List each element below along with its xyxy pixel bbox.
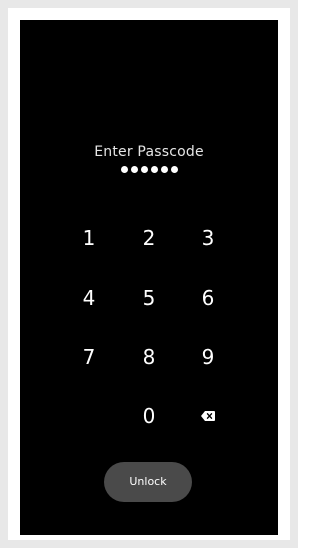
unlock-button[interactable]: Unlock [104, 462, 192, 502]
key-2[interactable]: 2 [127, 216, 171, 260]
passcode-dot [150, 166, 158, 173]
key-4[interactable]: 4 [67, 276, 111, 320]
backspace-button[interactable] [186, 394, 230, 438]
passcode-dot [120, 166, 128, 173]
key-6[interactable]: 6 [186, 276, 230, 320]
key-9[interactable]: 9 [186, 335, 230, 379]
key-1[interactable]: 1 [67, 216, 111, 260]
passcode-dot [140, 166, 148, 173]
key-7[interactable]: 7 [67, 335, 111, 379]
passcode-prompt: Enter Passcode [94, 144, 204, 160]
passcode-dot [170, 166, 178, 173]
passcode-dot [160, 166, 168, 173]
passcode-dot [130, 166, 138, 173]
device-frame: Enter Passcode 1 2 3 4 5 6 7 8 9 0 Unloc… [0, 0, 298, 548]
passcode-dots [20, 166, 278, 173]
key-0[interactable]: 0 [127, 394, 171, 438]
backspace-icon [201, 411, 215, 421]
key-8[interactable]: 8 [127, 335, 171, 379]
key-3[interactable]: 3 [186, 216, 230, 260]
lock-screen: Enter Passcode 1 2 3 4 5 6 7 8 9 0 Unloc… [20, 20, 278, 535]
key-5[interactable]: 5 [127, 276, 171, 320]
